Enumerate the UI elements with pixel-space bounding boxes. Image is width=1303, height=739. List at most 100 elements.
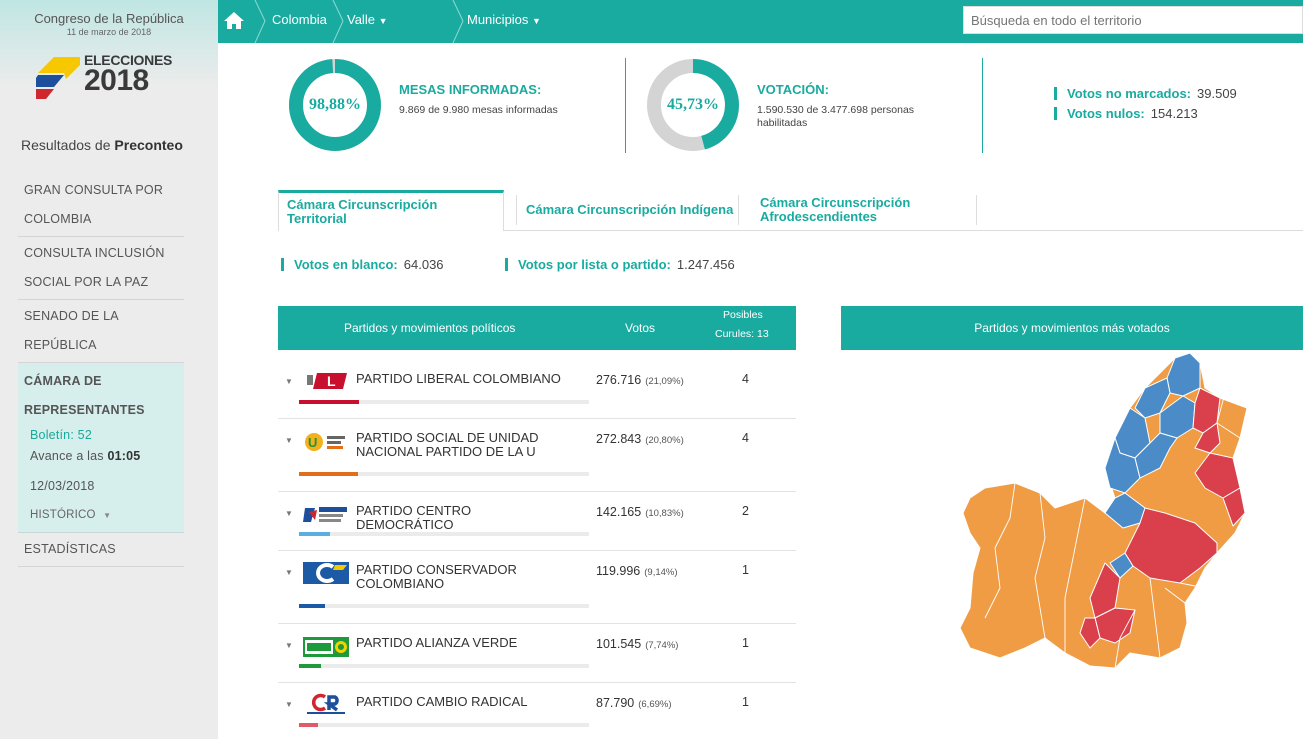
nav-camara[interactable]: CÁMARA DE REPRESENTANTES Boletín: 52 Ava… <box>18 363 184 533</box>
partido-conservador-logo <box>303 562 349 584</box>
party-votes-value: 276.716 <box>596 373 642 387</box>
breadcrumb-valle[interactable]: Valle ▼ <box>347 0 388 43</box>
votos-no-marcados: Votos no marcados: 39.509 <box>1054 87 1237 100</box>
vote-share-fill <box>299 472 358 476</box>
map-panel-title: Partidos y movimientos más votados <box>841 306 1303 350</box>
election-date: 11 de marzo de 2018 <box>66 27 152 37</box>
valle-map[interactable] <box>955 348 1255 673</box>
avance-label: Avance a las 01:05 <box>24 446 178 467</box>
breadcrumb-separator <box>332 0 344 43</box>
historico-dropdown[interactable]: HISTÓRICO ▼ <box>24 505 178 526</box>
congreso-label: Congreso de la República <box>34 11 184 26</box>
results-table-header: Partidos y movimientos políticos Votos P… <box>278 306 796 350</box>
sidebar-header: Congreso de la República 11 de marzo de … <box>0 0 218 124</box>
caret-down-icon[interactable]: ▼ <box>285 641 293 650</box>
party-votes: 87.790 (6,69%) <box>596 696 672 710</box>
caret-down-icon: ▼ <box>532 16 541 26</box>
tab-territorial[interactable]: Cámara Circunscripción Territorial <box>278 190 504 231</box>
table-row[interactable]: ▼ L PARTIDO LIBERAL COLOMBIANO 276.716 (2… <box>278 360 796 419</box>
tab-divider <box>516 195 517 225</box>
search-input[interactable] <box>963 6 1303 34</box>
party-votes-value: 101.545 <box>596 637 642 651</box>
home-button[interactable] <box>218 0 254 43</box>
party-curules: 1 <box>742 695 749 709</box>
votos-no-marcados-value: 39.509 <box>1197 86 1237 101</box>
tab-afrodescendientes[interactable]: Cámara Circunscripción Afrodescendientes <box>760 190 945 230</box>
mesas-title: MESAS INFORMADAS: <box>399 82 542 97</box>
nav-gran-consulta[interactable]: GRAN CONSULTA POR COLOMBIA <box>18 174 184 237</box>
vote-share-fill <box>299 400 359 404</box>
mesas-percent: 98,88% <box>309 96 361 113</box>
partido-de-la-u-logo: U <box>305 433 345 451</box>
avance-prefix: Avance a las <box>30 449 104 463</box>
col-partidos: Partidos y movimientos políticos <box>344 321 516 335</box>
divider <box>625 58 626 153</box>
nav-camara-label: CÁMARA DE REPRESENTANTES <box>24 374 145 417</box>
sidebar: Congreso de la República 11 de marzo de … <box>0 0 218 739</box>
votacion-percent: 45,73% <box>667 96 719 113</box>
top-bar: Colombia Valle ▼ Municipios ▼ <box>218 0 1303 43</box>
nav-consulta-inclusion[interactable]: CONSULTA INCLUSIÓN SOCIAL POR LA PAZ <box>18 237 184 300</box>
circunscripcion-tabs: Cámara Circunscripción Territorial Cámar… <box>278 190 1303 231</box>
caret-down-icon[interactable]: ▼ <box>285 509 293 518</box>
cambio-radical-logo <box>307 693 345 714</box>
caret-down-icon[interactable]: ▼ <box>285 377 293 386</box>
party-votes-pct: (10,83%) <box>645 508 684 519</box>
table-row[interactable]: ▼ PARTIDO CENTRO DEMOCRÁTICO 142.165 (10,… <box>278 492 796 551</box>
breadcrumb-separator <box>254 0 266 43</box>
svg-text:L: L <box>327 373 336 389</box>
party-votes-pct: (20,80%) <box>645 435 684 446</box>
tab-indigena[interactable]: Cámara Circunscripción Indígena <box>526 190 736 230</box>
breadcrumb-municipios[interactable]: Municipios ▼ <box>467 0 541 43</box>
elecciones-logo[interactable]: ELECCIONES 2018 <box>34 51 184 101</box>
nav-estadisticas[interactable]: ESTADÍSTICAS <box>18 533 184 567</box>
vote-share-fill <box>299 532 330 536</box>
party-name: PARTIDO CAMBIO RADICAL <box>356 694 528 709</box>
centro-democratico-logo <box>303 507 347 522</box>
flag-stripes-icon <box>36 57 80 99</box>
home-icon <box>224 12 244 29</box>
breadcrumb-colombia[interactable]: Colombia <box>272 0 327 43</box>
party-votes-value: 87.790 <box>596 696 635 710</box>
historico-label: HISTÓRICO <box>30 509 96 521</box>
nav-senado[interactable]: SENADO DE LA REPÚBLICA <box>18 300 184 363</box>
caret-down-icon[interactable]: ▼ <box>285 436 293 445</box>
caret-down-icon[interactable]: ▼ <box>285 568 293 577</box>
divider <box>982 58 983 153</box>
party-name: PARTIDO LIBERAL COLOMBIANO <box>356 371 561 386</box>
votos-en-blanco-value: 64.036 <box>403 257 444 272</box>
party-votes-pct: (9,14%) <box>644 567 678 578</box>
party-curules: 1 <box>742 563 749 577</box>
table-row[interactable]: ▼ PARTIDO ALIANZA VERDE 101.545 (7,74%) 1 <box>278 624 796 683</box>
table-row[interactable]: ▼ U PARTIDO SOCIAL DE UNIDAD NACIONAL PA… <box>278 419 796 492</box>
vote-share-bar <box>299 532 589 536</box>
votacion-text: 1.590.530 de 3.477.698 personas habilita… <box>757 104 915 129</box>
sidebar-nav: GRAN CONSULTA POR COLOMBIA CONSULTA INCL… <box>18 174 184 567</box>
tab-divider <box>976 195 977 225</box>
party-curules: 4 <box>742 431 749 445</box>
breadcrumb-municipios-label: Municipios <box>467 12 529 27</box>
votos-nulos-value: 154.213 <box>1150 106 1198 121</box>
vote-share-fill <box>299 723 318 727</box>
breadcrumb-separator <box>452 0 464 43</box>
resultados-prefix: Resultados de <box>21 137 111 153</box>
party-curules: 2 <box>742 504 749 518</box>
table-row[interactable]: ▼ PARTIDO CAMBIO RADICAL 87.790 (6,69%) 1 <box>278 683 796 739</box>
table-row[interactable]: ▼ PARTIDO CONSERVADOR COLOMBIANO 119.996… <box>278 551 796 624</box>
col-curules-line2: Curules: 13 <box>715 328 769 340</box>
party-votes-pct: (6,69%) <box>638 699 672 710</box>
caret-down-icon: ▼ <box>378 16 388 26</box>
vote-share-bar <box>299 400 589 404</box>
alianza-verde-logo <box>303 637 349 657</box>
caret-down-icon[interactable]: ▼ <box>285 700 293 709</box>
partido-liberal-logo: L <box>307 373 347 389</box>
resultados-type: Preconteo <box>114 137 183 153</box>
vote-share-fill <box>299 664 321 668</box>
party-name: PARTIDO CONSERVADOR COLOMBIANO <box>356 562 517 591</box>
votos-por-lista-label: Votos por lista o partido: <box>518 257 671 272</box>
col-votos: Votos <box>625 321 656 335</box>
party-votes-value: 142.165 <box>596 505 642 519</box>
boletin-fecha: 12/03/2018 <box>30 479 95 493</box>
avance-hora: 01:05 <box>107 449 141 463</box>
vote-share-fill <box>299 604 325 608</box>
